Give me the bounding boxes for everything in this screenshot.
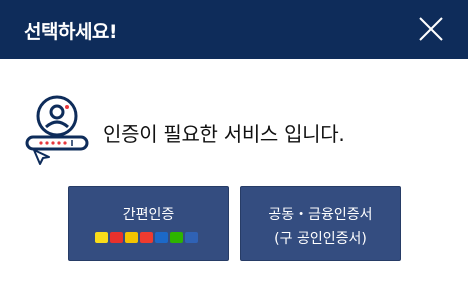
kakao-logo-icon — [95, 232, 108, 243]
joint-cert-label: 공동・금융인증서 — [268, 207, 373, 223]
auth-select-dialog: 선택하세요! 인증이 필요한 서비스 입니다. 간편인증 공동・금융인증서 (구… — [0, 0, 468, 285]
user-auth-icon — [25, 95, 89, 165]
close-icon[interactable] — [415, 13, 447, 45]
toss-logo-icon — [155, 232, 168, 243]
joint-certificate-button[interactable]: 공동・금융인증서 (구 공인인증서) — [240, 186, 401, 261]
joint-cert-sublabel: (구 공인인증서) — [274, 231, 367, 247]
dialog-header: 선택하세요! — [0, 0, 468, 59]
simple-auth-label: 간편인증 — [122, 207, 175, 223]
simple-auth-button[interactable]: 간편인증 — [68, 186, 229, 261]
payco-logo-icon — [110, 232, 123, 243]
samsung-pass-logo-icon — [140, 232, 153, 243]
dialog-title: 선택하세요! — [24, 21, 118, 43]
auth-required-message: 인증이 필요한 서비스 입니다. — [103, 122, 345, 146]
naver-logo-icon — [170, 232, 183, 243]
shinhan-logo-icon — [185, 232, 198, 243]
kb-logo-icon — [125, 232, 138, 243]
provider-logos — [95, 232, 198, 244]
